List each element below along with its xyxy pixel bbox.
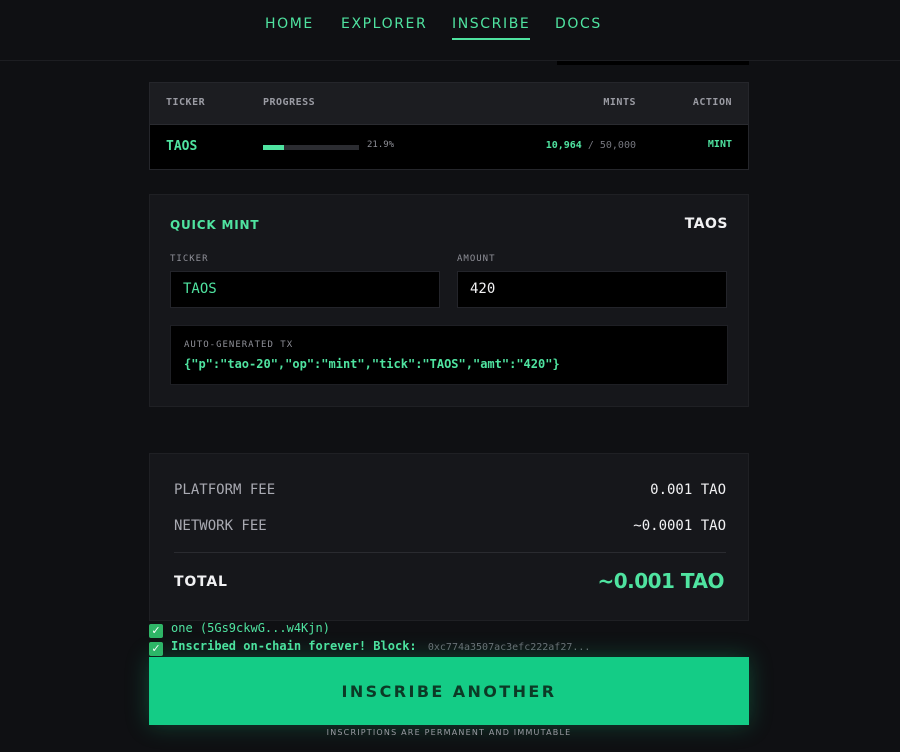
- column-header-action: ACTION: [692, 97, 732, 108]
- fee-divider: [174, 552, 726, 553]
- status-line-inscribed: ✓ Inscribed on-chain forever! Block: 0xc7…: [149, 639, 590, 656]
- total-label: TOTAL: [174, 574, 228, 590]
- block-hash[interactable]: 0xc774a3507ac3efc222af27...: [428, 642, 591, 653]
- platform-fee-label: PLATFORM FEE: [174, 482, 276, 498]
- column-header-mints: MINTS: [603, 97, 636, 108]
- quick-mint-panel: QUICK MINT TAOS TICKER TAOS AMOUNT 420 A…: [149, 194, 749, 407]
- total-value: ~0.001 TAO: [597, 569, 724, 593]
- column-header-progress: PROGRESS: [263, 97, 316, 108]
- table-header: TICKER PROGRESS MINTS ACTION: [150, 83, 748, 125]
- fee-summary: PLATFORM FEE 0.001 TAO NETWORK FEE ~0.00…: [149, 453, 749, 621]
- quick-mint-title: QUICK MINT: [170, 218, 260, 232]
- footer-note: INSCRIPTIONS ARE PERMANENT AND IMMUTABLE: [326, 728, 572, 737]
- mint-action-button[interactable]: MINT: [708, 139, 732, 150]
- nav-explorer[interactable]: EXPLORER: [341, 16, 427, 32]
- table-row: TAOS 21.9% 10,964 / 50,000 MINT: [150, 125, 748, 169]
- progress-bar: [263, 145, 359, 150]
- nav-inscribe[interactable]: INSCRIBE: [452, 16, 531, 40]
- amount-input[interactable]: 420: [457, 271, 727, 308]
- amount-field-label: AMOUNT: [457, 254, 496, 264]
- top-nav: HOME EXPLORER INSCRIBE DOCS: [0, 0, 900, 61]
- network-fee-label: NETWORK FEE: [174, 518, 267, 534]
- platform-fee-value: 0.001 TAO: [650, 482, 726, 498]
- status-account-text: one (5Gs9ckwG...w4Kjn): [171, 621, 330, 635]
- mint-count-current: 10,964: [545, 140, 582, 151]
- status-line-account: ✓ one (5Gs9ckwG...w4Kjn): [149, 621, 330, 638]
- check-icon: ✓: [149, 642, 163, 656]
- tx-label: AUTO-GENERATED TX: [184, 340, 294, 350]
- column-header-ticker: TICKER: [166, 97, 206, 108]
- mint-count: 10,964 / 50,000: [546, 140, 636, 151]
- ticker-input[interactable]: TAOS: [170, 271, 440, 308]
- top-divider-stub: [557, 61, 749, 65]
- nav-home[interactable]: HOME: [265, 16, 314, 32]
- inscribe-another-button[interactable]: INSCRIBE ANOTHER: [149, 657, 749, 725]
- selected-ticker: TAOS: [684, 216, 728, 232]
- status-inscribed-text: Inscribed on-chain forever!: [171, 639, 367, 653]
- tx-json: {"p":"tao-20","op":"mint","tick":"TAOS",…: [184, 357, 560, 371]
- nav-docs[interactable]: DOCS: [555, 16, 602, 32]
- mint-count-separator: /: [581, 140, 600, 151]
- mint-count-total: 50,000: [599, 140, 636, 151]
- progress-bar-fill: [263, 145, 285, 150]
- ticker-field-label: TICKER: [170, 254, 209, 264]
- row-ticker: TAOS: [166, 139, 198, 154]
- token-table: TICKER PROGRESS MINTS ACTION TAOS 21.9% …: [149, 82, 749, 170]
- check-icon: ✓: [149, 624, 163, 638]
- status-block-label: Block:: [366, 639, 424, 653]
- progress-percent: 21.9%: [367, 140, 395, 150]
- network-fee-value: ~0.0001 TAO: [633, 518, 726, 534]
- auto-generated-tx-box: AUTO-GENERATED TX {"p":"tao-20","op":"mi…: [170, 325, 728, 385]
